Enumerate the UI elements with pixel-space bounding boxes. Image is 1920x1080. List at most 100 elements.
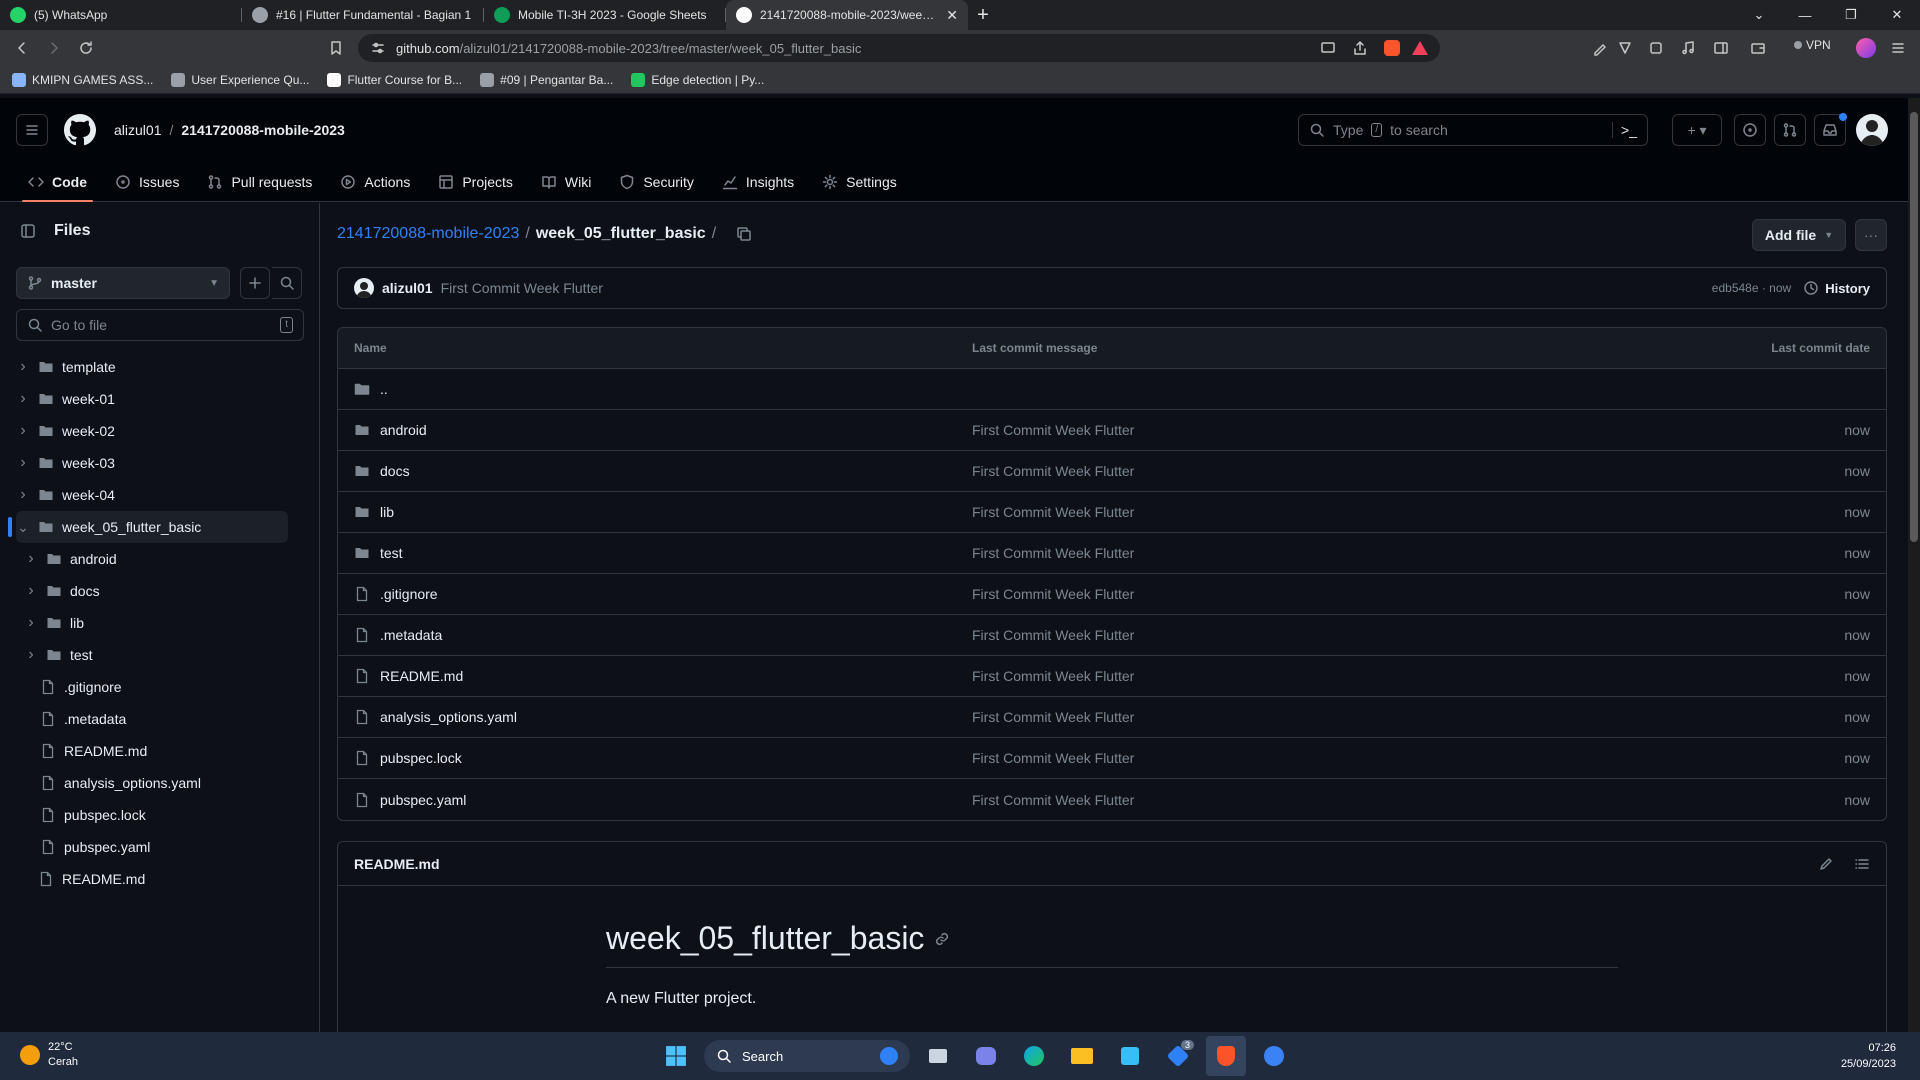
browser-tab[interactable]: #16 | Flutter Fundamental - Bagian 1 xyxy=(242,0,484,30)
brave-rewards-icon[interactable] xyxy=(1412,41,1428,55)
row-name-link[interactable]: pubspec.lock xyxy=(380,750,462,766)
row-commit-message[interactable]: First Commit Week Flutter xyxy=(972,750,1844,766)
file-row[interactable]: .metadata First Commit Week Flutter now xyxy=(338,615,1886,656)
repo-owner-link[interactable]: alizul01 xyxy=(114,122,161,138)
android-studio-icon[interactable] xyxy=(1254,1036,1294,1076)
commit-author[interactable]: alizul01 xyxy=(382,280,433,296)
bookmark-item[interactable]: Flutter Course for B... xyxy=(327,72,462,87)
share-icon[interactable] xyxy=(1352,40,1368,56)
vscode-icon[interactable]: 3 xyxy=(1158,1036,1198,1076)
collapse-sidebar-icon[interactable] xyxy=(16,219,40,243)
row-commit-message[interactable]: First Commit Week Flutter xyxy=(972,545,1844,561)
row-name-link[interactable]: test xyxy=(380,545,403,561)
user-avatar[interactable] xyxy=(1856,114,1888,146)
commit-avatar[interactable] xyxy=(354,278,374,298)
extensions-puzzle-icon[interactable] xyxy=(1646,38,1666,58)
go-to-file-input[interactable]: Go to file t xyxy=(16,309,304,341)
row-commit-message[interactable]: First Commit Week Flutter xyxy=(972,504,1844,520)
copy-path-icon[interactable] xyxy=(736,226,752,242)
row-commit-message[interactable]: First Commit Week Flutter xyxy=(972,792,1844,808)
tab-issues[interactable]: Issues xyxy=(103,162,191,202)
extension-v-icon[interactable] xyxy=(1615,38,1635,58)
row-name-link[interactable]: .gitignore xyxy=(380,586,438,602)
folder-row[interactable]: lib First Commit Week Flutter now xyxy=(338,492,1886,533)
tree-folder-item[interactable]: › template xyxy=(16,351,288,383)
chevron-right-icon[interactable]: › xyxy=(24,614,38,632)
edit-icon[interactable] xyxy=(1818,856,1834,872)
browser-tab[interactable]: Mobile TI-3H 2023 - Google Sheets xyxy=(484,0,726,30)
inbox-icon[interactable] xyxy=(1814,113,1847,146)
window-close-icon[interactable]: ✕ xyxy=(1874,0,1920,30)
tree-folder-item[interactable]: › week-01 xyxy=(16,383,288,415)
add-file-button[interactable]: Add file ▼ xyxy=(1752,219,1846,251)
tree-folder-item[interactable]: › test xyxy=(16,639,288,671)
history-button[interactable]: History xyxy=(1803,280,1870,296)
menu-icon[interactable] xyxy=(1888,38,1908,58)
reload-icon[interactable] xyxy=(70,32,102,64)
edge-icon[interactable] xyxy=(1014,1036,1054,1076)
chevron-right-icon[interactable]: › xyxy=(16,422,30,440)
branch-selector[interactable]: master ▼ xyxy=(16,267,230,299)
more-options-button[interactable]: ··· xyxy=(1855,219,1887,251)
address-bar[interactable]: github.com/alizul01/2141720088-mobile-20… xyxy=(358,34,1440,62)
windows-start-icon[interactable] xyxy=(656,1036,696,1076)
bookmark-item[interactable]: User Experience Qu... xyxy=(171,72,309,87)
parent-directory-row[interactable]: .. xyxy=(338,369,1886,410)
chevron-right-icon[interactable]: › xyxy=(24,582,38,600)
row-name-link[interactable]: android xyxy=(380,422,427,438)
brave-shield-icon[interactable] xyxy=(1384,40,1400,56)
chevron-right-icon[interactable]: › xyxy=(16,358,30,376)
vpn-button[interactable]: VPN xyxy=(1794,38,1831,52)
wallet-icon[interactable] xyxy=(1748,38,1768,58)
tab-security[interactable]: Security xyxy=(607,162,706,202)
commit-message[interactable]: First Commit Week Flutter xyxy=(441,280,603,296)
chevron-right-icon[interactable]: › xyxy=(16,454,30,472)
profile-avatar[interactable] xyxy=(1856,38,1876,58)
file-explorer-icon[interactable] xyxy=(1062,1036,1102,1076)
bookmark-item[interactable]: Edge detection | Py... xyxy=(631,72,764,87)
path-repo-link[interactable]: 2141720088-mobile-2023 xyxy=(337,225,519,243)
site-info-icon[interactable] xyxy=(370,40,386,56)
system-clock[interactable]: 07:26 25/09/2023 xyxy=(1841,1040,1896,1072)
outline-icon[interactable] xyxy=(1854,856,1870,872)
tree-folder-item[interactable]: ⌄ week_05_flutter_basic xyxy=(8,511,288,543)
minimize-icon[interactable]: — xyxy=(1782,0,1828,30)
tree-file-item[interactable]: analysis_options.yaml xyxy=(16,767,288,799)
forward-icon[interactable] xyxy=(38,32,70,64)
link-icon[interactable] xyxy=(934,931,950,947)
taskbar-search[interactable]: Search xyxy=(704,1040,910,1072)
row-name-link[interactable]: pubspec.yaml xyxy=(380,792,466,808)
tab-projects[interactable]: Projects xyxy=(426,162,525,202)
chevron-right-icon[interactable]: › xyxy=(16,390,30,408)
row-name-link[interactable]: analysis_options.yaml xyxy=(380,709,517,725)
tree-folder-item[interactable]: › docs xyxy=(16,575,288,607)
command-palette-icon[interactable]: >_ xyxy=(1612,122,1637,138)
browser-tab[interactable]: (5) WhatsApp xyxy=(0,0,242,30)
bookmark-icon[interactable] xyxy=(320,32,352,64)
row-commit-message[interactable]: First Commit Week Flutter xyxy=(972,668,1844,684)
browser-tab[interactable]: 2141720088-mobile-2023/week_0 ✕ xyxy=(726,0,968,30)
row-name-link[interactable]: lib xyxy=(380,504,394,520)
tree-folder-item[interactable]: › week-02 xyxy=(16,415,288,447)
row-commit-message[interactable]: First Commit Week Flutter xyxy=(972,709,1844,725)
sidebar-toggle-icon[interactable] xyxy=(1711,38,1731,58)
issues-icon[interactable] xyxy=(1734,114,1766,146)
tree-file-item[interactable]: pubspec.lock xyxy=(16,799,288,831)
tree-file-item[interactable]: README.md xyxy=(16,863,288,895)
tree-folder-item[interactable]: › week-04 xyxy=(16,479,288,511)
row-commit-message[interactable]: First Commit Week Flutter xyxy=(972,627,1844,643)
row-commit-message[interactable]: First Commit Week Flutter xyxy=(972,463,1844,479)
search-files-icon[interactable] xyxy=(272,267,302,299)
tree-file-item[interactable]: README.md xyxy=(16,735,288,767)
add-file-icon[interactable] xyxy=(240,267,270,299)
extension-pen-icon[interactable] xyxy=(1590,38,1610,58)
file-row[interactable]: pubspec.lock First Commit Week Flutter now xyxy=(338,738,1886,779)
github-search-input[interactable]: Type / to search >_ xyxy=(1298,114,1648,146)
chevron-right-icon[interactable]: › xyxy=(16,486,30,504)
restore-icon[interactable]: ❐ xyxy=(1828,0,1874,30)
tree-folder-item[interactable]: › android xyxy=(16,543,288,575)
tab-settings[interactable]: Settings xyxy=(810,162,909,202)
file-row[interactable]: pubspec.yaml First Commit Week Flutter now xyxy=(338,779,1886,820)
media-icon[interactable] xyxy=(1678,38,1698,58)
tree-file-item[interactable]: .gitignore xyxy=(16,671,288,703)
